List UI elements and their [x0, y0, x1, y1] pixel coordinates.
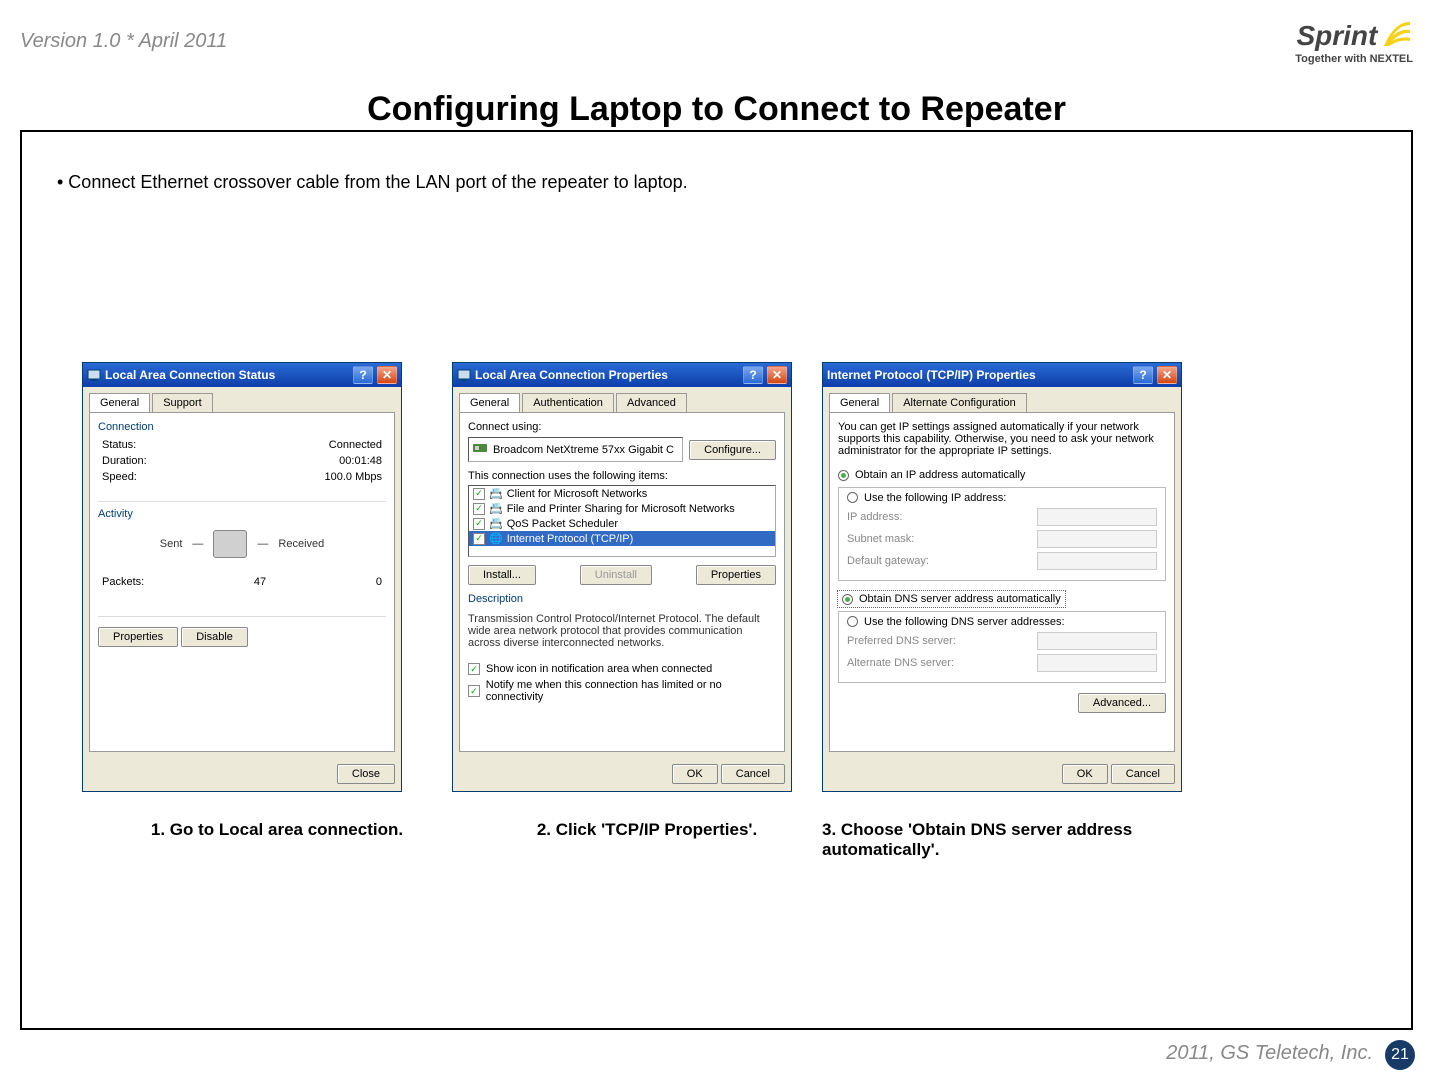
- description-label: Description: [468, 593, 776, 609]
- status-label: Status:: [102, 439, 136, 451]
- step-3-caption: 3. Choose 'Obtain DNS server address aut…: [822, 820, 1192, 860]
- computers-icon: [213, 530, 247, 558]
- subnet-field: [1037, 530, 1157, 548]
- content-frame: • Connect Ethernet crossover cable from …: [20, 130, 1413, 1030]
- configure-button[interactable]: Configure...: [689, 440, 776, 460]
- help-button[interactable]: ?: [1133, 366, 1153, 384]
- nic-icon: [473, 442, 487, 457]
- connection-icon: [457, 368, 471, 382]
- help-button[interactable]: ?: [353, 366, 373, 384]
- close-icon[interactable]: ✕: [377, 366, 397, 384]
- gateway-field: [1037, 552, 1157, 570]
- page-title: Configuring Laptop to Connect to Repeate…: [0, 90, 1433, 129]
- ip-address-field: [1037, 508, 1157, 526]
- properties-button[interactable]: Properties: [696, 565, 776, 585]
- tab-general[interactable]: General: [829, 393, 890, 412]
- page-number: 21: [1385, 1040, 1415, 1070]
- ok-button[interactable]: OK: [672, 764, 718, 784]
- brand-name: Sprint: [1296, 20, 1377, 52]
- tab-general[interactable]: General: [89, 393, 150, 412]
- title-text: Local Area Connection Status: [105, 368, 349, 382]
- show-icon-checkbox-label: Show icon in notification area when conn…: [486, 663, 712, 675]
- list-item-tcpip: ✓🌐Internet Protocol (TCP/IP): [469, 531, 775, 546]
- tab-support[interactable]: Support: [152, 393, 213, 412]
- version-text: Version 1.0 * April 2011: [20, 30, 227, 53]
- checkbox-icon[interactable]: ✓: [473, 518, 485, 530]
- tab-advanced[interactable]: Advanced: [616, 393, 687, 412]
- dialog-connection-properties: Local Area Connection Properties ? ✕ Gen…: [452, 362, 792, 792]
- tab-authentication[interactable]: Authentication: [522, 393, 614, 412]
- speed-label: Speed:: [102, 471, 137, 483]
- title-text: Internet Protocol (TCP/IP) Properties: [827, 368, 1129, 382]
- dialog-tcpip-properties: Internet Protocol (TCP/IP) Properties ? …: [822, 362, 1182, 792]
- titlebar: Local Area Connection Status ? ✕: [83, 363, 401, 387]
- alternate-dns-field: [1037, 654, 1157, 672]
- speed-value: 100.0 Mbps: [325, 471, 382, 483]
- radio-use-ip[interactable]: Use the following IP address:: [847, 490, 1006, 506]
- checkbox-icon[interactable]: ✓: [468, 663, 480, 675]
- cancel-button[interactable]: Cancel: [1111, 764, 1175, 784]
- list-item: ✓📇Client for Microsoft Networks: [469, 486, 775, 501]
- packets-received: 0: [376, 576, 382, 588]
- brand-tagline: Together with NEXTEL: [1295, 53, 1413, 65]
- description-text: Transmission Control Protocol/Internet P…: [468, 609, 776, 653]
- preferred-dns-label: Preferred DNS server:: [847, 635, 956, 647]
- list-item: ✓📇File and Printer Sharing for Microsoft…: [469, 501, 775, 516]
- step-1-caption: 1. Go to Local area connection.: [92, 820, 462, 840]
- close-icon[interactable]: ✕: [1157, 366, 1177, 384]
- radio-obtain-ip[interactable]: Obtain an IP address automatically: [838, 467, 1166, 483]
- items-listbox[interactable]: ✓📇Client for Microsoft Networks ✓📇File a…: [468, 485, 776, 557]
- checkbox-icon[interactable]: ✓: [473, 503, 485, 515]
- items-label: This connection uses the following items…: [468, 470, 776, 482]
- checkbox-icon[interactable]: ✓: [468, 685, 480, 697]
- titlebar: Local Area Connection Properties ? ✕: [453, 363, 791, 387]
- section-connection: Connection: [98, 421, 386, 437]
- intro-bullet: • Connect Ethernet crossover cable from …: [57, 172, 688, 193]
- connect-using-label: Connect using:: [468, 421, 776, 433]
- advanced-button[interactable]: Advanced...: [1078, 693, 1166, 713]
- install-button[interactable]: Install...: [468, 565, 536, 585]
- duration-label: Duration:: [102, 455, 147, 467]
- tab-alternate[interactable]: Alternate Configuration: [892, 393, 1027, 412]
- ok-button[interactable]: OK: [1062, 764, 1108, 784]
- activity-diagram: Sent — — Received: [98, 524, 386, 564]
- properties-button[interactable]: Properties: [98, 627, 178, 647]
- subnet-label: Subnet mask:: [847, 533, 914, 545]
- connection-icon: [87, 368, 101, 382]
- alternate-dns-label: Alternate DNS server:: [847, 657, 954, 669]
- adapter-name: Broadcom NetXtreme 57xx Gigabit C: [493, 444, 674, 456]
- tab-general[interactable]: General: [459, 393, 520, 412]
- packets-sent: 47: [254, 576, 266, 588]
- brand-logo: Sprint Together with NEXTEL: [1295, 20, 1413, 65]
- intro-text: You can get IP settings assigned automat…: [838, 421, 1166, 457]
- packets-label: Packets:: [102, 576, 144, 588]
- preferred-dns-field: [1037, 632, 1157, 650]
- disable-button[interactable]: Disable: [181, 627, 248, 647]
- duration-value: 00:01:48: [339, 455, 382, 467]
- close-button[interactable]: Close: [337, 764, 395, 784]
- checkbox-icon[interactable]: ✓: [473, 488, 485, 500]
- list-item: ✓📇QoS Packet Scheduler: [469, 516, 775, 531]
- sent-label: Sent: [160, 538, 183, 550]
- gateway-label: Default gateway:: [847, 555, 929, 567]
- ip-address-label: IP address:: [847, 511, 902, 523]
- footer-copyright: 2011, GS Teletech, Inc.: [1166, 1042, 1373, 1065]
- close-icon[interactable]: ✕: [767, 366, 787, 384]
- notify-checkbox-label: Notify me when this connection has limit…: [486, 679, 776, 703]
- dialog-connection-status: Local Area Connection Status ? ✕ General…: [82, 362, 402, 792]
- status-value: Connected: [329, 439, 382, 451]
- titlebar: Internet Protocol (TCP/IP) Properties ? …: [823, 363, 1181, 387]
- uninstall-button[interactable]: Uninstall: [580, 565, 652, 585]
- received-label: Received: [278, 538, 324, 550]
- cancel-button[interactable]: Cancel: [721, 764, 785, 784]
- radio-obtain-dns[interactable]: Obtain DNS server address automatically: [838, 591, 1065, 607]
- title-text: Local Area Connection Properties: [475, 368, 739, 382]
- radio-use-dns[interactable]: Use the following DNS server addresses:: [847, 614, 1065, 630]
- help-button[interactable]: ?: [743, 366, 763, 384]
- checkbox-icon[interactable]: ✓: [473, 533, 485, 545]
- section-activity: Activity: [98, 508, 386, 524]
- step-2-caption: 2. Click 'TCP/IP Properties'.: [462, 820, 832, 840]
- brand-fan-icon: [1382, 20, 1412, 53]
